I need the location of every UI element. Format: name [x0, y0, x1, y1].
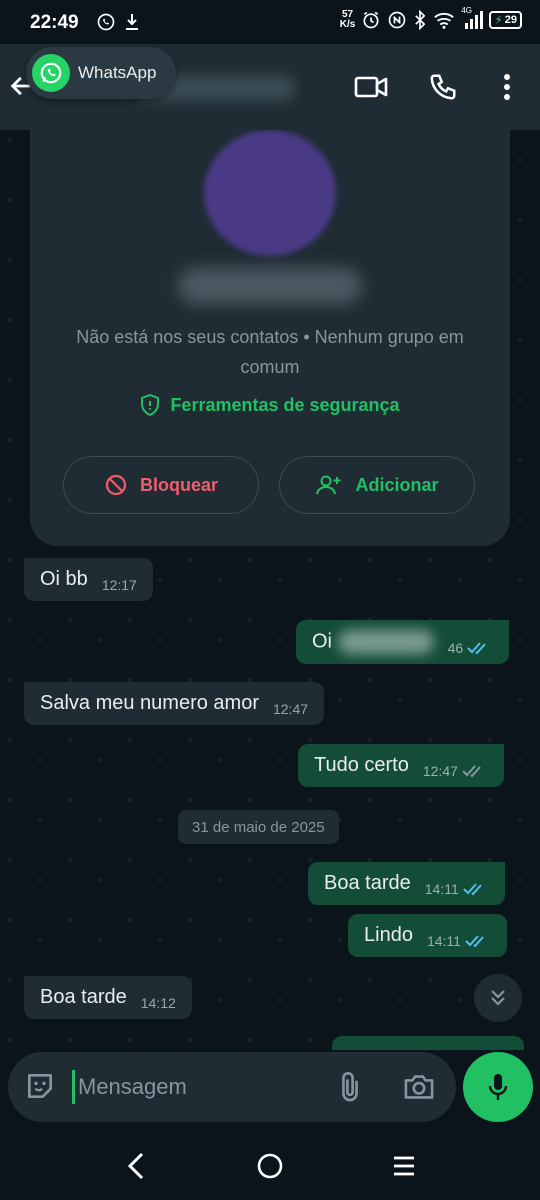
redacted-text	[337, 630, 434, 654]
block-label: Bloquear	[139, 474, 218, 495]
message-outgoing[interactable]: Lindo 14:11	[348, 914, 507, 957]
contact-info: Não está nos seus contatos • Nenhum grup…	[76, 327, 464, 377]
chat-area[interactable]: Não está nos seus contatos • Nenhum grup…	[0, 130, 540, 1050]
message-incoming[interactable]: Boa tarde 14:12	[24, 976, 192, 1019]
read-ticks-icon	[467, 642, 486, 655]
video-call-button[interactable]	[354, 70, 388, 104]
add-contact-button[interactable]: Adicionar	[279, 456, 475, 514]
message-text: Oi bb	[40, 568, 88, 590]
message-text: Boa tarde	[324, 872, 411, 894]
voice-call-button[interactable]	[426, 70, 460, 104]
safety-tools-label: Ferramentas de segurança	[170, 394, 400, 415]
delivered-ticks-icon	[462, 765, 481, 778]
status-bar: 22:49 57 K/s 4G ⚡ 29	[0, 0, 540, 44]
message-outgoing-partial	[332, 1036, 524, 1050]
message-time: 14:12	[140, 995, 176, 1011]
message-time: 12:17	[101, 577, 137, 593]
message-time: 46	[448, 640, 494, 656]
shield-icon	[141, 394, 160, 416]
more-vert-icon	[504, 74, 510, 100]
sticker-emoji-icon[interactable]	[24, 1070, 56, 1102]
voice-message-button[interactable]	[463, 1052, 533, 1122]
nfc-icon	[388, 11, 406, 29]
read-ticks-icon	[465, 935, 484, 948]
double-chevron-down-icon	[491, 990, 505, 1006]
message-input[interactable]	[78, 1066, 318, 1108]
wifi-icon	[434, 12, 455, 29]
message-text: Oi	[312, 630, 434, 654]
microphone-icon	[488, 1074, 508, 1100]
download-icon	[126, 14, 138, 30]
system-nav-bar	[0, 1130, 540, 1200]
message-outgoing[interactable]: Tudo certo 12:47	[298, 744, 504, 787]
nav-back-button[interactable]	[118, 1148, 154, 1184]
message-time: 12:47	[272, 701, 309, 717]
message-time: 14:11	[427, 933, 491, 949]
message-text: Tudo certo	[314, 754, 409, 776]
message-incoming[interactable]: Oi bb 12:17	[24, 558, 153, 601]
safety-tools-link[interactable]: Ferramentas de segurança	[30, 394, 510, 416]
contact-avatar[interactable]	[204, 130, 336, 256]
nav-back-icon	[127, 1152, 144, 1180]
charging-icon: ⚡	[494, 13, 503, 27]
scroll-to-bottom-button[interactable]	[474, 974, 522, 1022]
pip-label: WhatsApp	[78, 63, 157, 82]
nav-home-icon	[257, 1153, 283, 1179]
nav-recents-button[interactable]	[386, 1148, 422, 1184]
composer-pill	[8, 1052, 456, 1122]
read-ticks-icon	[463, 883, 482, 896]
status-right-icons: 57 K/s 4G ⚡ 29	[339, 6, 522, 30]
message-incoming[interactable]: Salva meu numero amor 12:47	[24, 682, 325, 725]
block-button[interactable]: Bloquear	[63, 456, 259, 514]
message-text: Salva meu numero amor	[40, 692, 259, 714]
add-person-icon	[316, 475, 341, 495]
contact-card: Não está nos seus contatos • Nenhum grup…	[30, 130, 510, 546]
message-time: 12:47	[423, 763, 488, 779]
date-divider: 31 de maio de 2025	[178, 810, 339, 844]
message-outgoing[interactable]: Oi 46	[296, 620, 510, 664]
message-time: 14:11	[425, 881, 489, 897]
contact-name-redacted	[178, 268, 362, 304]
attach-icon[interactable]	[334, 1070, 366, 1104]
alarm-icon	[363, 11, 379, 29]
status-left-icons	[96, 12, 140, 32]
app-switch-badge[interactable]: WhatsApp	[26, 47, 176, 99]
battery-indicator: ⚡ 29	[489, 11, 522, 29]
message-outgoing[interactable]: Boa tarde 14:11	[308, 862, 505, 905]
whatsapp-notification-icon	[97, 13, 115, 31]
whatsapp-logo-icon	[32, 54, 70, 92]
message-text: Boa tarde	[40, 986, 127, 1008]
text-caret	[72, 1070, 75, 1104]
more-options-button[interactable]	[490, 70, 524, 104]
nav-menu-icon	[394, 1156, 414, 1176]
network-speed: 57 K/s	[339, 9, 356, 30]
block-icon	[105, 474, 127, 496]
nav-home-button[interactable]	[252, 1148, 288, 1184]
video-call-icon	[354, 76, 388, 98]
message-composer	[0, 1050, 540, 1130]
signal-icon: 4G	[461, 6, 484, 30]
voice-call-icon	[430, 74, 456, 100]
message-text: Lindo	[364, 924, 413, 946]
camera-icon[interactable]	[402, 1070, 436, 1104]
add-contact-label: Adicionar	[355, 474, 439, 495]
bluetooth-icon	[415, 10, 426, 30]
status-time: 22:49	[30, 12, 79, 33]
